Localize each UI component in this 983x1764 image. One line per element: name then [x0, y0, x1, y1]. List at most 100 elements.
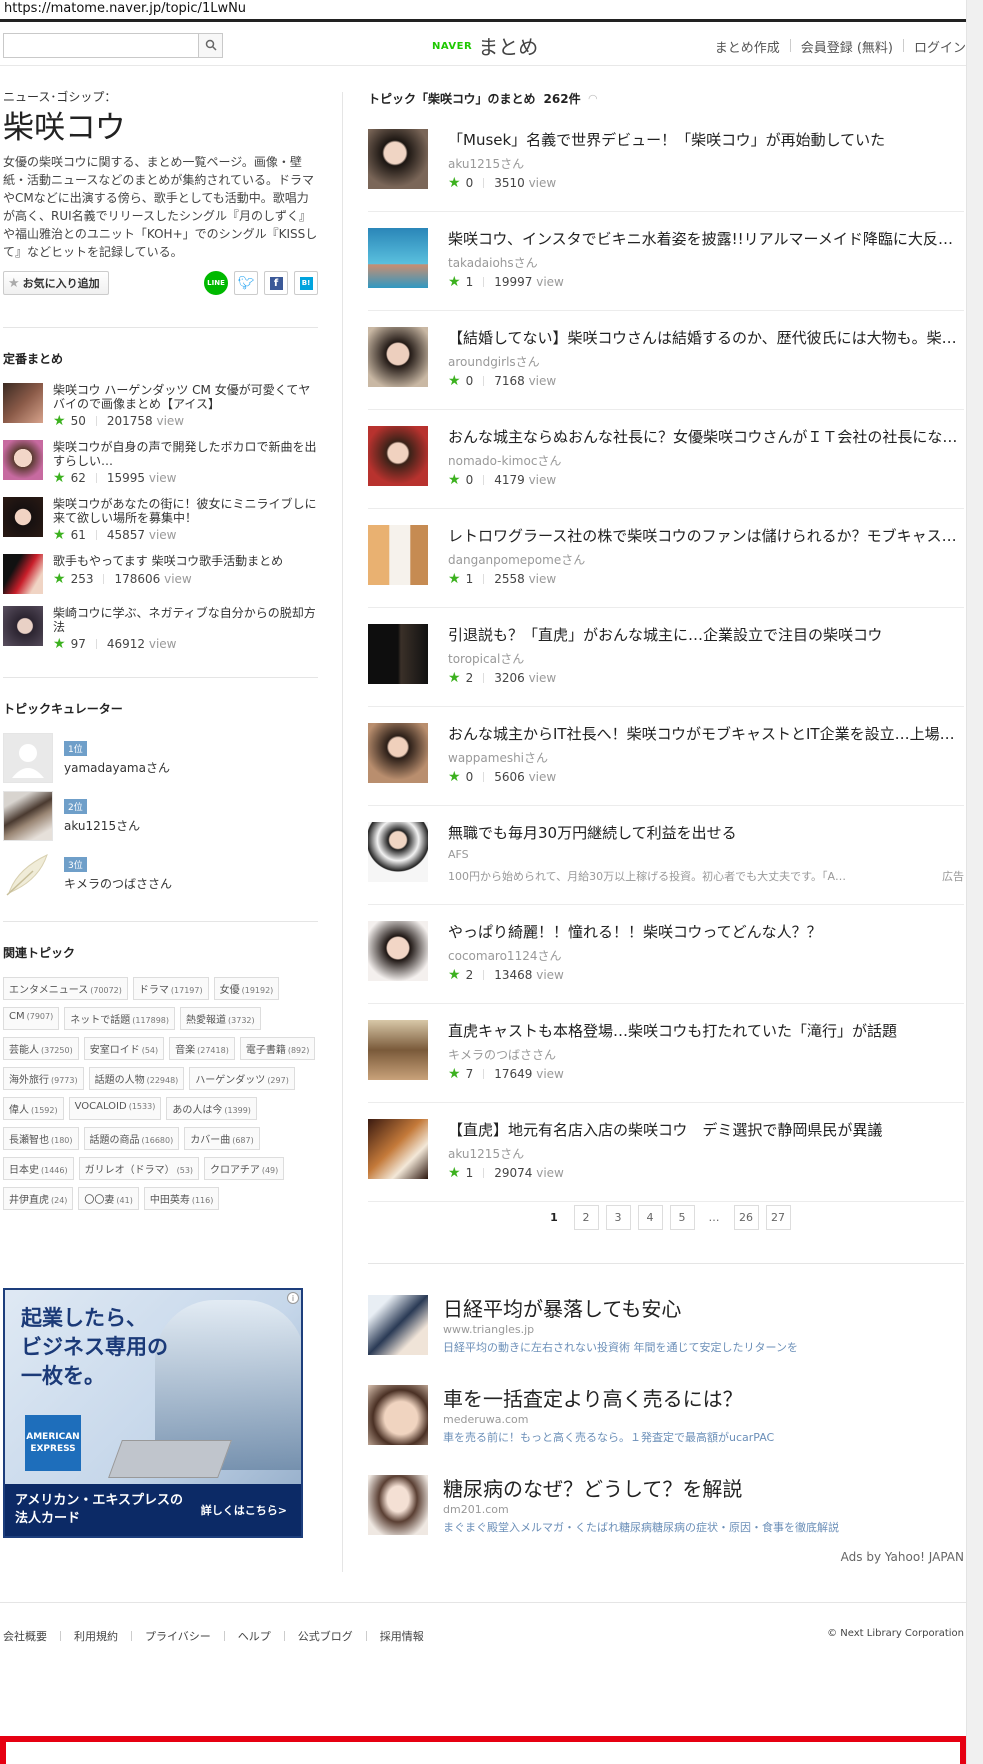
bottom-banner[interactable]: [0, 1736, 966, 1764]
page-link[interactable]: 26: [733, 1205, 759, 1230]
line-share-button[interactable]: LINE: [204, 271, 228, 295]
site-logo[interactable]: NAVER まとめ: [432, 31, 538, 59]
matome-title[interactable]: おんな城主からIT社長へ！柴咲コウがモブキャストとIT企業を設立…上場も視野に: [448, 723, 963, 744]
matome-user[interactable]: danganpomepomeさん: [448, 551, 585, 568]
ad-info-icon[interactable]: i: [287, 1292, 299, 1304]
matome-item[interactable]: レトロワグラース社の株で柴咲コウのファンは儲けられるか？モブキャストとの提携 da…: [368, 509, 964, 608]
standard-item-title[interactable]: 歌手もやってます 柴咲コウ歌手活動まとめ: [53, 554, 318, 568]
related-tag[interactable]: 日本史 (1446): [3, 1157, 74, 1180]
standard-item[interactable]: 柴咲コウが自身の声で開発したボカロで新曲を出すらしい… ★ 62 15995 vie…: [3, 440, 318, 497]
curator-item[interactable]: 1位 yamadayamaさん: [3, 733, 318, 791]
page-link[interactable]: 4: [637, 1205, 663, 1230]
matome-item[interactable]: 【結婚してない】柴咲コウさんは結婚するのか、歴代彼氏には大物も。柴咲コウさん… a…: [368, 311, 964, 410]
rss-icon[interactable]: ◠: [589, 92, 597, 105]
browser-url-bar[interactable]: https://matome.naver.jp/topic/1LwNu: [0, 0, 966, 22]
matome-title[interactable]: 引退説も？「直虎」がおんな城主に…企業設立で注目の柴咲コウ: [448, 624, 963, 645]
standard-item[interactable]: 歌手もやってます 柴咲コウ歌手活動まとめ ★ 253 178606 view: [3, 554, 318, 606]
matome-item[interactable]: おんな城主からIT社長へ！柴咲コウがモブキャストとIT企業を設立…上場も視野に w…: [368, 707, 964, 806]
footer-link-terms[interactable]: 利用規約: [74, 1628, 118, 1644]
twitter-share-button[interactable]: 🐦︎: [234, 271, 258, 295]
page-link[interactable]: 2: [573, 1205, 599, 1230]
related-tag[interactable]: 中田英寿 (116): [143, 1187, 220, 1210]
curator-item[interactable]: 2位 aku1215さん: [3, 791, 318, 849]
standard-item[interactable]: 柴崎コウに学ぶ、ネガティブな自分からの脱却方法 ★ 97 46912 view: [3, 606, 318, 663]
related-tag[interactable]: 〇〇妻 (41): [78, 1187, 139, 1210]
related-tag[interactable]: 井伊直虎 (24): [3, 1187, 74, 1210]
matome-item[interactable]: 【直虎】地元有名店入店の柴咲コウ デミ選択で静岡県民が異議 aku1215さん ★ 1…: [368, 1103, 964, 1202]
standard-item[interactable]: 柴咲コウがあなたの街に！彼女にミニライブしに来て欲しい場所を募集中！ ★ 61 45…: [3, 497, 318, 554]
facebook-share-button[interactable]: f: [264, 271, 288, 295]
matome-user[interactable]: aroundgirlsさん: [448, 353, 540, 370]
sponsored-title[interactable]: 無職でも毎月30万円継続して利益を出せる: [448, 822, 963, 843]
matome-user[interactable]: cocomaro1124さん: [448, 947, 561, 964]
standard-item[interactable]: 柴咲コウ ハーゲンダッツ CM 女優が可愛くてヤバイので画像まとめ【アイス】 ★…: [3, 383, 318, 440]
page-link[interactable]: 27: [765, 1205, 791, 1230]
related-tag[interactable]: 海外旅行 (9773): [3, 1067, 84, 1090]
matome-title[interactable]: 柴咲コウ、インスタでビキニ水着姿を披露!!リアルマーメイド降臨に大反響!!: [448, 228, 963, 249]
matome-item[interactable]: 直虎キャストも本格登場…柴咲コウも打たれていた「滝行」が話題 キメラのつばささん ★…: [368, 1004, 964, 1103]
related-tag[interactable]: CM (7907): [3, 1007, 60, 1030]
text-ad[interactable]: 日経平均が暴落しても安心 www.triangles.jp 日経平均の動きに左右…: [368, 1295, 964, 1357]
matome-user[interactable]: wappameshiさん: [448, 749, 548, 766]
matome-user[interactable]: キメラのつばささん: [448, 1046, 556, 1063]
matome-item[interactable]: 柴咲コウ、インスタでビキニ水着姿を披露!!リアルマーメイド降臨に大反響!! tak…: [368, 212, 964, 311]
create-matome-link[interactable]: まとめ作成: [715, 37, 780, 56]
footer-link-recruit[interactable]: 採用情報: [380, 1628, 424, 1644]
curator-name[interactable]: aku1215さん: [64, 817, 140, 834]
vertical-scrollbar[interactable]: [966, 0, 983, 1764]
search-input[interactable]: [4, 34, 198, 57]
related-tag[interactable]: 長瀬智也 (180): [3, 1127, 79, 1150]
search-button[interactable]: [198, 34, 222, 57]
matome-title[interactable]: レトロワグラース社の株で柴咲コウのファンは儲けられるか？モブキャストとの提携: [448, 525, 963, 546]
matome-user[interactable]: takadaiohsさん: [448, 254, 538, 271]
matome-item[interactable]: やっぱり綺麗！！憧れる！！柴咲コウってどんな人？？ cocomaro1124さん ★…: [368, 905, 964, 1004]
page-link[interactable]: 5: [669, 1205, 695, 1230]
matome-user[interactable]: aku1215さん: [448, 155, 524, 172]
related-tag[interactable]: 話題の商品 (16680): [83, 1127, 180, 1150]
matome-user[interactable]: aku1215さん: [448, 1145, 524, 1162]
related-tag[interactable]: 話題の人物 (22948): [88, 1067, 185, 1090]
register-link[interactable]: 会員登録 (無料): [801, 37, 893, 56]
standard-item-title[interactable]: 柴崎コウに学ぶ、ネガティブな自分からの脱却方法: [53, 606, 318, 634]
related-tag[interactable]: ネットで話題 (117898): [64, 1007, 176, 1030]
standard-item-title[interactable]: 柴咲コウが自身の声で開発したボカロで新曲を出すらしい…: [53, 440, 318, 468]
footer-link-help[interactable]: ヘルプ: [238, 1628, 271, 1644]
footer-link-company[interactable]: 会社概要: [3, 1628, 47, 1644]
related-tag[interactable]: 偉人 (1592): [3, 1097, 64, 1120]
related-tag[interactable]: クロアチア (49): [204, 1157, 285, 1180]
matome-title[interactable]: おんな城主ならぬおんな社長に？女優柴咲コウさんがＩＴ会社の社長になっていた: [448, 426, 963, 447]
text-ad[interactable]: 糖尿病のなぜ？どうして？を解説 dm201.com まぐまぐ殿堂入メルマガ・くた…: [368, 1475, 964, 1537]
ads-credit[interactable]: Ads by Yahoo! JAPAN: [841, 1550, 964, 1564]
ad-title[interactable]: 日経平均が暴落しても安心: [443, 1293, 681, 1322]
topic-category[interactable]: ニュース･ゴシップ：: [3, 88, 318, 105]
related-tag[interactable]: ドラマ (17197): [132, 977, 209, 1000]
matome-title[interactable]: 【直虎】地元有名店入店の柴咲コウ デミ選択で静岡県民が異議: [448, 1119, 963, 1140]
related-tag[interactable]: ハーゲンダッツ (297): [189, 1067, 295, 1090]
related-tag[interactable]: VOCALOID (1533): [68, 1097, 162, 1120]
sponsored-item[interactable]: 無職でも毎月30万円継続して利益を出せる AFS 100円から始められて、月給30万…: [368, 806, 964, 905]
footer-link-privacy[interactable]: プライバシー: [145, 1628, 211, 1644]
ad-title[interactable]: 車を一括査定より高く売るには？: [443, 1383, 743, 1412]
curator-name[interactable]: yamadayamaさん: [64, 759, 170, 776]
matome-item[interactable]: 引退説も？「直虎」がおんな城主に…企業設立で注目の柴咲コウ toropicalさん…: [368, 608, 964, 707]
hatena-share-button[interactable]: B!: [294, 271, 318, 295]
matome-title[interactable]: 【結婚してない】柴咲コウさんは結婚するのか、歴代彼氏には大物も。柴咲コウさん…: [448, 327, 963, 348]
login-link[interactable]: ログイン: [914, 37, 966, 56]
related-tag[interactable]: 電子書籍 (892): [239, 1037, 316, 1060]
matome-user[interactable]: toropicalさん: [448, 650, 524, 667]
curator-item[interactable]: 3位 キメラのつばささん: [3, 849, 318, 907]
related-tag[interactable]: 安室ロイド (54): [83, 1037, 165, 1060]
curator-name[interactable]: キメラのつばささん: [64, 875, 172, 892]
text-ad[interactable]: 車を一括査定より高く売るには？ mederuwa.com 車を売る前に！もっと高…: [368, 1385, 964, 1447]
related-tag[interactable]: 熱愛報道 (3732): [180, 1007, 261, 1030]
side-banner-ad[interactable]: 起業したら、 ビジネス専用の 一枚を。 AMERICAN EXPRESS アメリ…: [3, 1288, 303, 1538]
related-tag[interactable]: 音楽 (27418): [169, 1037, 235, 1060]
matome-item[interactable]: おんな城主ならぬおんな社長に？女優柴咲コウさんがＩＴ会社の社長になっていた nom…: [368, 410, 964, 509]
favorite-button[interactable]: ★ お気に入り追加: [3, 271, 109, 295]
footer-link-blog[interactable]: 公式ブログ: [298, 1628, 353, 1644]
standard-item-title[interactable]: 柴咲コウがあなたの街に！彼女にミニライブしに来て欲しい場所を募集中！: [53, 497, 318, 525]
related-tag[interactable]: 女優 (19192): [213, 977, 280, 1000]
matome-user[interactable]: nomado-kimocさん: [448, 452, 561, 469]
related-tag[interactable]: 芸能人 (37250): [3, 1037, 79, 1060]
matome-title[interactable]: やっぱり綺麗！！憧れる！！柴咲コウってどんな人？？: [448, 921, 963, 942]
